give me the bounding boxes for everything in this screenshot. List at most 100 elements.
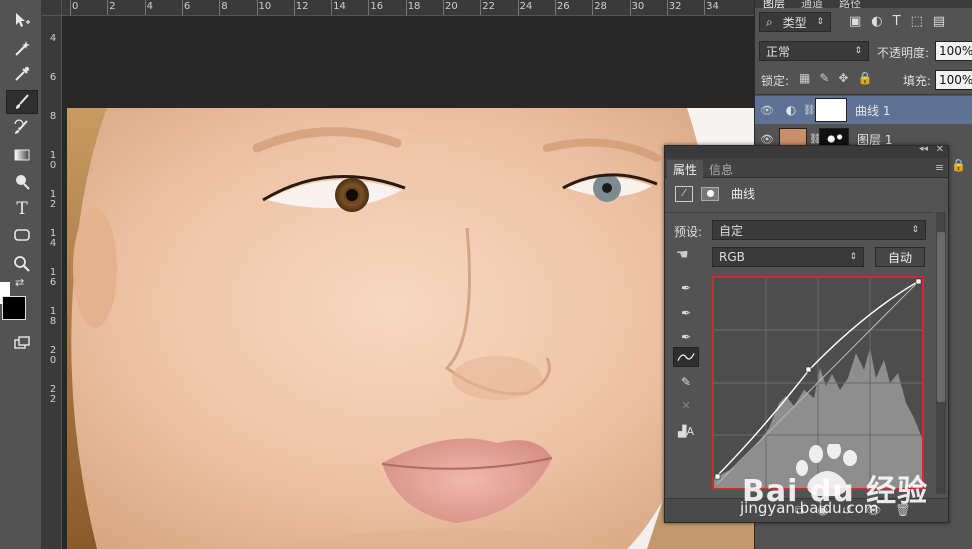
lock-all-icon[interactable]: 🔒 (857, 71, 872, 85)
tab-layers[interactable]: 图层 (763, 0, 785, 11)
screen-mode-icon[interactable] (6, 332, 38, 356)
tab-paths[interactable]: 路径 (839, 0, 861, 11)
properties-panel: ◂◂ ✕ 属性 信息 ≡ ⁄ 曲线 预设: 自定 ⇕ ☚ RGB ⇕ 自动 ✒ … (664, 144, 949, 523)
chevron-updown-icon: ⇕ (849, 252, 857, 262)
reset-icon[interactable]: ↺ (842, 503, 852, 518)
blend-mode-value: 正常 (766, 44, 791, 59)
scroll-thumb[interactable] (937, 232, 945, 402)
smart-object-filter-icon[interactable]: ▤ (933, 14, 945, 29)
zoom-icon[interactable] (6, 252, 38, 276)
link-icon[interactable]: ⛓ (803, 105, 816, 116)
chevron-updown-icon: ⇕ (816, 17, 824, 27)
lock-pixels-icon[interactable]: ✎ (819, 71, 829, 85)
dodge-icon[interactable] (6, 170, 38, 194)
view-previous-icon[interactable]: ◉ (818, 503, 828, 518)
properties-scrollbar[interactable] (936, 212, 946, 494)
ruler-tick-label: 32 (668, 1, 682, 12)
tab-channels[interactable]: 通道 (801, 0, 823, 11)
blend-mode-dropdown[interactable]: 正常 ⇕ (759, 41, 869, 61)
smooth-curve-icon[interactable]: ⨯ (673, 395, 699, 415)
layer-filter-dropdown[interactable]: ⌕ 类型 ⇕ (759, 12, 831, 32)
visibility-eye-icon[interactable]: 👁 (755, 133, 779, 146)
layers-tabs: 图层 通道 路径 (755, 0, 972, 11)
preset-label: 预设: (674, 225, 703, 239)
visibility-icon[interactable]: 👁 (866, 503, 881, 518)
close-icon[interactable]: ✕ (936, 144, 944, 155)
collapse-icon[interactable]: ◂◂ (919, 144, 928, 154)
layer-row-curves[interactable]: 👁 ◐ ⛓ 曲线 1 (755, 96, 972, 124)
ruler-tick-label: 12 (295, 1, 309, 12)
tab-properties[interactable]: 属性 (667, 160, 704, 178)
auto-button[interactable]: 自动 (875, 247, 925, 267)
link-icon[interactable]: ⛓ (809, 134, 822, 145)
rectangle-shape-icon[interactable] (6, 223, 38, 247)
panel-menu-icon[interactable]: ≡ (935, 161, 944, 174)
ruler-tick-label: 6 (49, 72, 57, 83)
layer-filter-icons: ▣ ◐ T ⬚ ▤ (849, 14, 945, 29)
ruler-tick-label: 2 0 (49, 345, 57, 366)
panel-titlebar[interactable]: ◂◂ ✕ (665, 144, 948, 158)
lock-position-icon[interactable]: ✥ (838, 71, 848, 85)
ruler-tick-label: 1 6 (49, 267, 57, 288)
swap-colors-icon[interactable]: ⇄ (15, 276, 24, 289)
chevron-updown-icon: ⇕ (911, 225, 919, 235)
document-canvas[interactable] (62, 17, 754, 549)
tab-info[interactable]: 信息 (703, 160, 739, 178)
image-filter-icon[interactable]: ▣ (849, 14, 861, 29)
ruler-tick-label: 1 2 (49, 189, 57, 210)
ruler-tick-label: 0 (72, 1, 79, 12)
ruler-tick-label: 4 (49, 33, 57, 44)
ruler-tick-label: 2 (109, 1, 116, 12)
vertical-ruler: 4 6 8 1 0 1 2 1 4 1 6 1 8 2 0 2 2 (42, 16, 62, 549)
ruler-tick-label: 18 (407, 1, 421, 12)
brush-icon[interactable] (6, 90, 38, 114)
ruler-tick-label: 6 (183, 1, 191, 12)
layer-mask-thumbnail[interactable] (815, 98, 847, 122)
foreground-color-swatch[interactable] (2, 296, 26, 320)
adjustment-filter-icon[interactable]: ◐ (871, 14, 882, 29)
curve-edit-icon[interactable] (673, 347, 699, 367)
chevron-updown-icon: ⇕ (854, 46, 862, 56)
mask-icon[interactable] (701, 186, 719, 201)
ruler-tick-label: 16 (370, 1, 384, 12)
lock-icon: 🔒 (951, 158, 966, 172)
trash-icon[interactable]: 🗑 (895, 503, 910, 518)
ruler-tick-label: 1 0 (49, 150, 57, 171)
channel-dropdown[interactable]: RGB ⇕ (712, 247, 864, 267)
opacity-field[interactable]: 100% (935, 41, 972, 61)
ruler-tick-label: 1 4 (49, 228, 57, 249)
on-image-adjust-icon[interactable]: ☚ (676, 247, 689, 263)
clipping-warning-icon[interactable]: ▟A (673, 421, 699, 441)
gray-point-eyedropper-icon[interactable]: ✒ (673, 303, 699, 323)
ruler-tick-label: 8 (221, 1, 228, 12)
search-icon: ⌕ (766, 14, 773, 29)
visibility-eye-icon[interactable]: 👁 (755, 104, 779, 117)
properties-title: 曲线 (731, 187, 756, 201)
move-tool-icon[interactable] (6, 8, 38, 32)
ruler-tick-label: 2 2 (49, 384, 57, 405)
lock-label: 锁定: (761, 74, 790, 88)
ruler-tick-label: 34 (706, 1, 719, 12)
black-point-eyedropper-icon[interactable]: ✒ (673, 278, 699, 298)
lock-transparent-icon[interactable]: ▦ (799, 71, 810, 85)
shape-filter-icon[interactable]: ⬚ (911, 14, 923, 29)
magic-wand-icon[interactable] (6, 36, 38, 60)
preset-value: 自定 (719, 223, 744, 238)
fill-field[interactable]: 100% (935, 70, 972, 90)
eyedropper-icon[interactable] (6, 62, 38, 86)
type-filter-icon[interactable]: T (893, 14, 901, 29)
gradient-icon[interactable] (6, 143, 38, 167)
fill-label: 填充: (903, 74, 932, 88)
opacity-label: 不透明度: (877, 46, 930, 60)
curves-adjustment-icon: ⁄ (675, 185, 693, 202)
preset-dropdown[interactable]: 自定 ⇕ (712, 220, 926, 240)
history-brush-icon[interactable] (6, 116, 38, 140)
pencil-draw-icon[interactable]: ✎ (673, 372, 699, 392)
white-point-eyedropper-icon[interactable]: ✒ (673, 327, 699, 347)
layer-name[interactable]: 曲线 1 (855, 102, 890, 119)
portrait-photo (67, 108, 754, 549)
curves-graph[interactable] (712, 276, 924, 490)
type-icon[interactable]: T (6, 197, 38, 221)
clip-to-layer-icon[interactable]: ⧉ (795, 503, 804, 518)
adjustment-layer-icon: ◐ (785, 103, 797, 117)
